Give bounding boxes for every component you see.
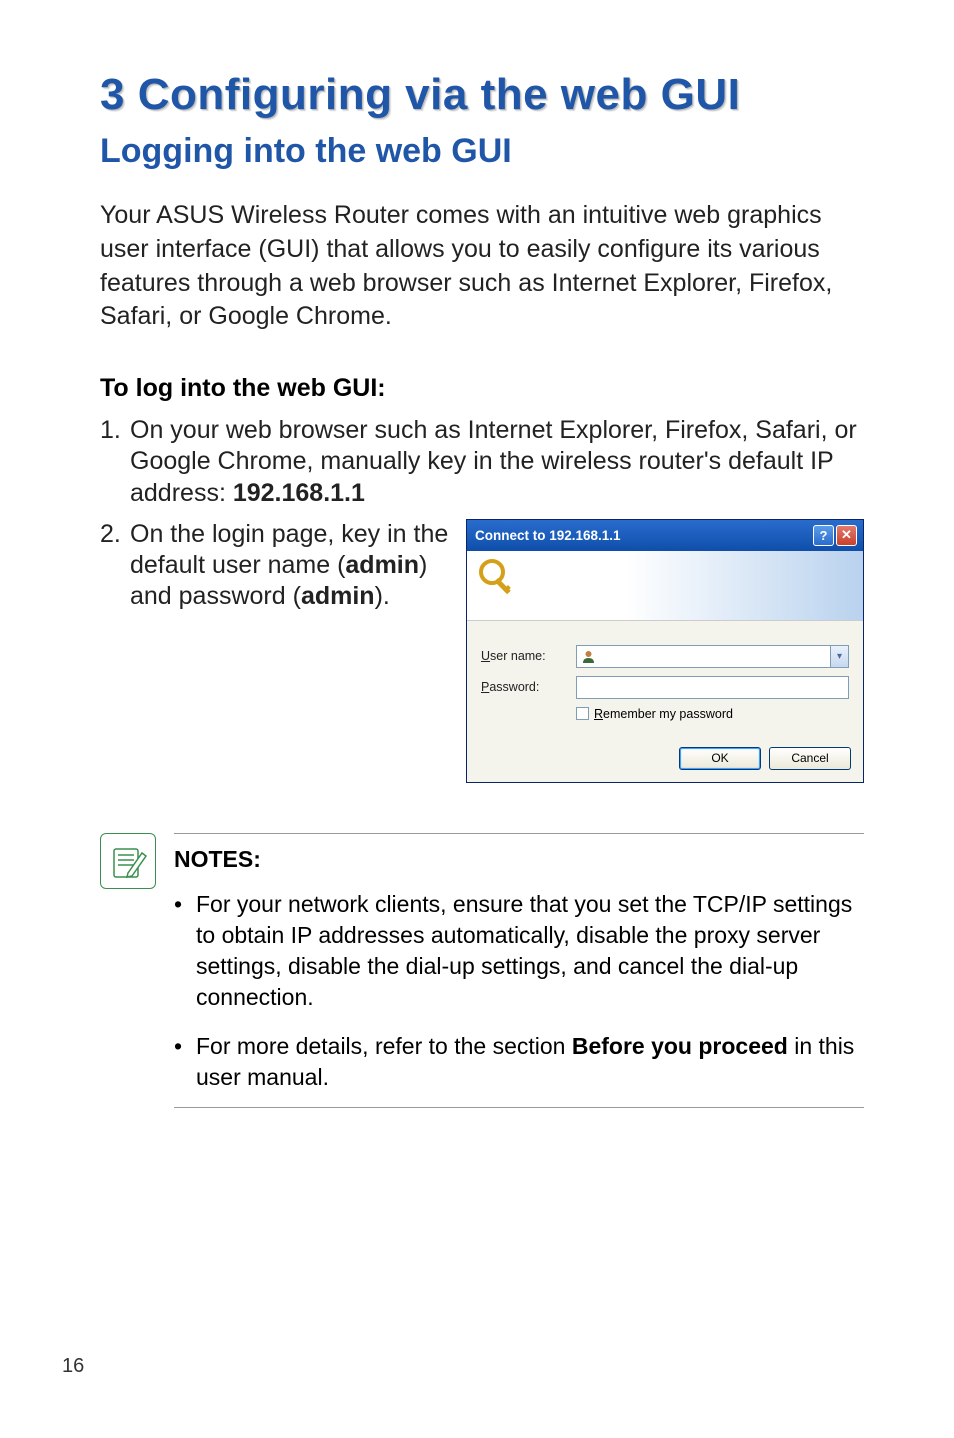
step-1-ip: 192.168.1.1 [233, 479, 365, 507]
notes-bullet-2: • For more details, refer to the section… [174, 1031, 864, 1093]
notes-bullet-2-pre: For more details, refer to the section [196, 1033, 572, 1059]
page-number: 16 [62, 1355, 84, 1378]
remember-row: Remember my password [576, 707, 849, 721]
ok-button[interactable]: OK [679, 747, 761, 770]
username-combo[interactable]: ▾ [576, 645, 849, 668]
username-label: User name: [481, 649, 576, 663]
intro-paragraph: Your ASUS Wireless Router comes with an … [100, 199, 864, 334]
step-1: 1. On your web browser such as Internet … [100, 415, 864, 509]
subheading: To log into the web GUI: [100, 374, 864, 403]
dialog-title: Connect to 192.168.1.1 [475, 528, 621, 543]
bullet-mark: • [174, 889, 196, 1013]
step-1-text: On your web browser such as Internet Exp… [130, 415, 864, 509]
step-2-admin1: admin [345, 551, 419, 579]
notes-label-text: NOTES [174, 846, 253, 872]
notes-bullet-2-text: For more details, refer to the section B… [196, 1031, 864, 1093]
username-dropdown-button[interactable]: ▾ [830, 645, 849, 668]
notes-bullet-1-text: For your network clients, ensure that yo… [196, 889, 864, 1013]
dialog-help-button[interactable]: ? [813, 525, 834, 546]
dialog-close-button[interactable]: ✕ [836, 525, 857, 546]
person-icon [581, 649, 596, 664]
notes-box: NOTES: • For your network clients, ensur… [100, 833, 864, 1108]
chapter-title: 3 Configuring via the web GUI [100, 70, 864, 120]
notes-bullet-1: • For your network clients, ensure that … [174, 889, 864, 1013]
password-label-rest: assword: [489, 680, 539, 694]
username-input[interactable] [576, 645, 830, 668]
notes-bullet-2-bold: Before you proceed [572, 1033, 788, 1059]
password-row: Password: [481, 676, 849, 699]
key-icon [477, 557, 521, 601]
username-label-u: U [481, 649, 490, 663]
step-1-number: 1. [100, 415, 130, 446]
notes-colon: : [253, 846, 261, 872]
remember-r: R [594, 707, 603, 721]
username-label-rest: ser name: [490, 649, 546, 663]
step-2-admin2: admin [301, 582, 375, 610]
notes-label: NOTES: [174, 846, 864, 873]
dialog-titlebar: Connect to 192.168.1.1 ? ✕ [467, 520, 863, 551]
notes-icon [100, 833, 156, 889]
login-dialog: Connect to 192.168.1.1 ? ✕ User name [466, 519, 864, 783]
step-2-text: On the login page, key in the default us… [130, 519, 452, 613]
step-2-number: 2. [100, 519, 130, 550]
cancel-button[interactable]: Cancel [769, 747, 851, 770]
remember-checkbox[interactable] [576, 707, 589, 720]
step-2: 2. On the login page, key in the default… [100, 519, 452, 613]
dialog-header-graphic [467, 551, 863, 621]
remember-rest: emember my password [603, 707, 733, 721]
password-input[interactable] [576, 676, 849, 699]
section-title: Logging into the web GUI [100, 132, 864, 171]
step-2-post: ). [375, 582, 390, 610]
password-label: Password: [481, 680, 576, 694]
username-row: User name: ▾ [481, 645, 849, 668]
remember-label: Remember my password [594, 707, 733, 721]
bullet-mark: • [174, 1031, 196, 1093]
